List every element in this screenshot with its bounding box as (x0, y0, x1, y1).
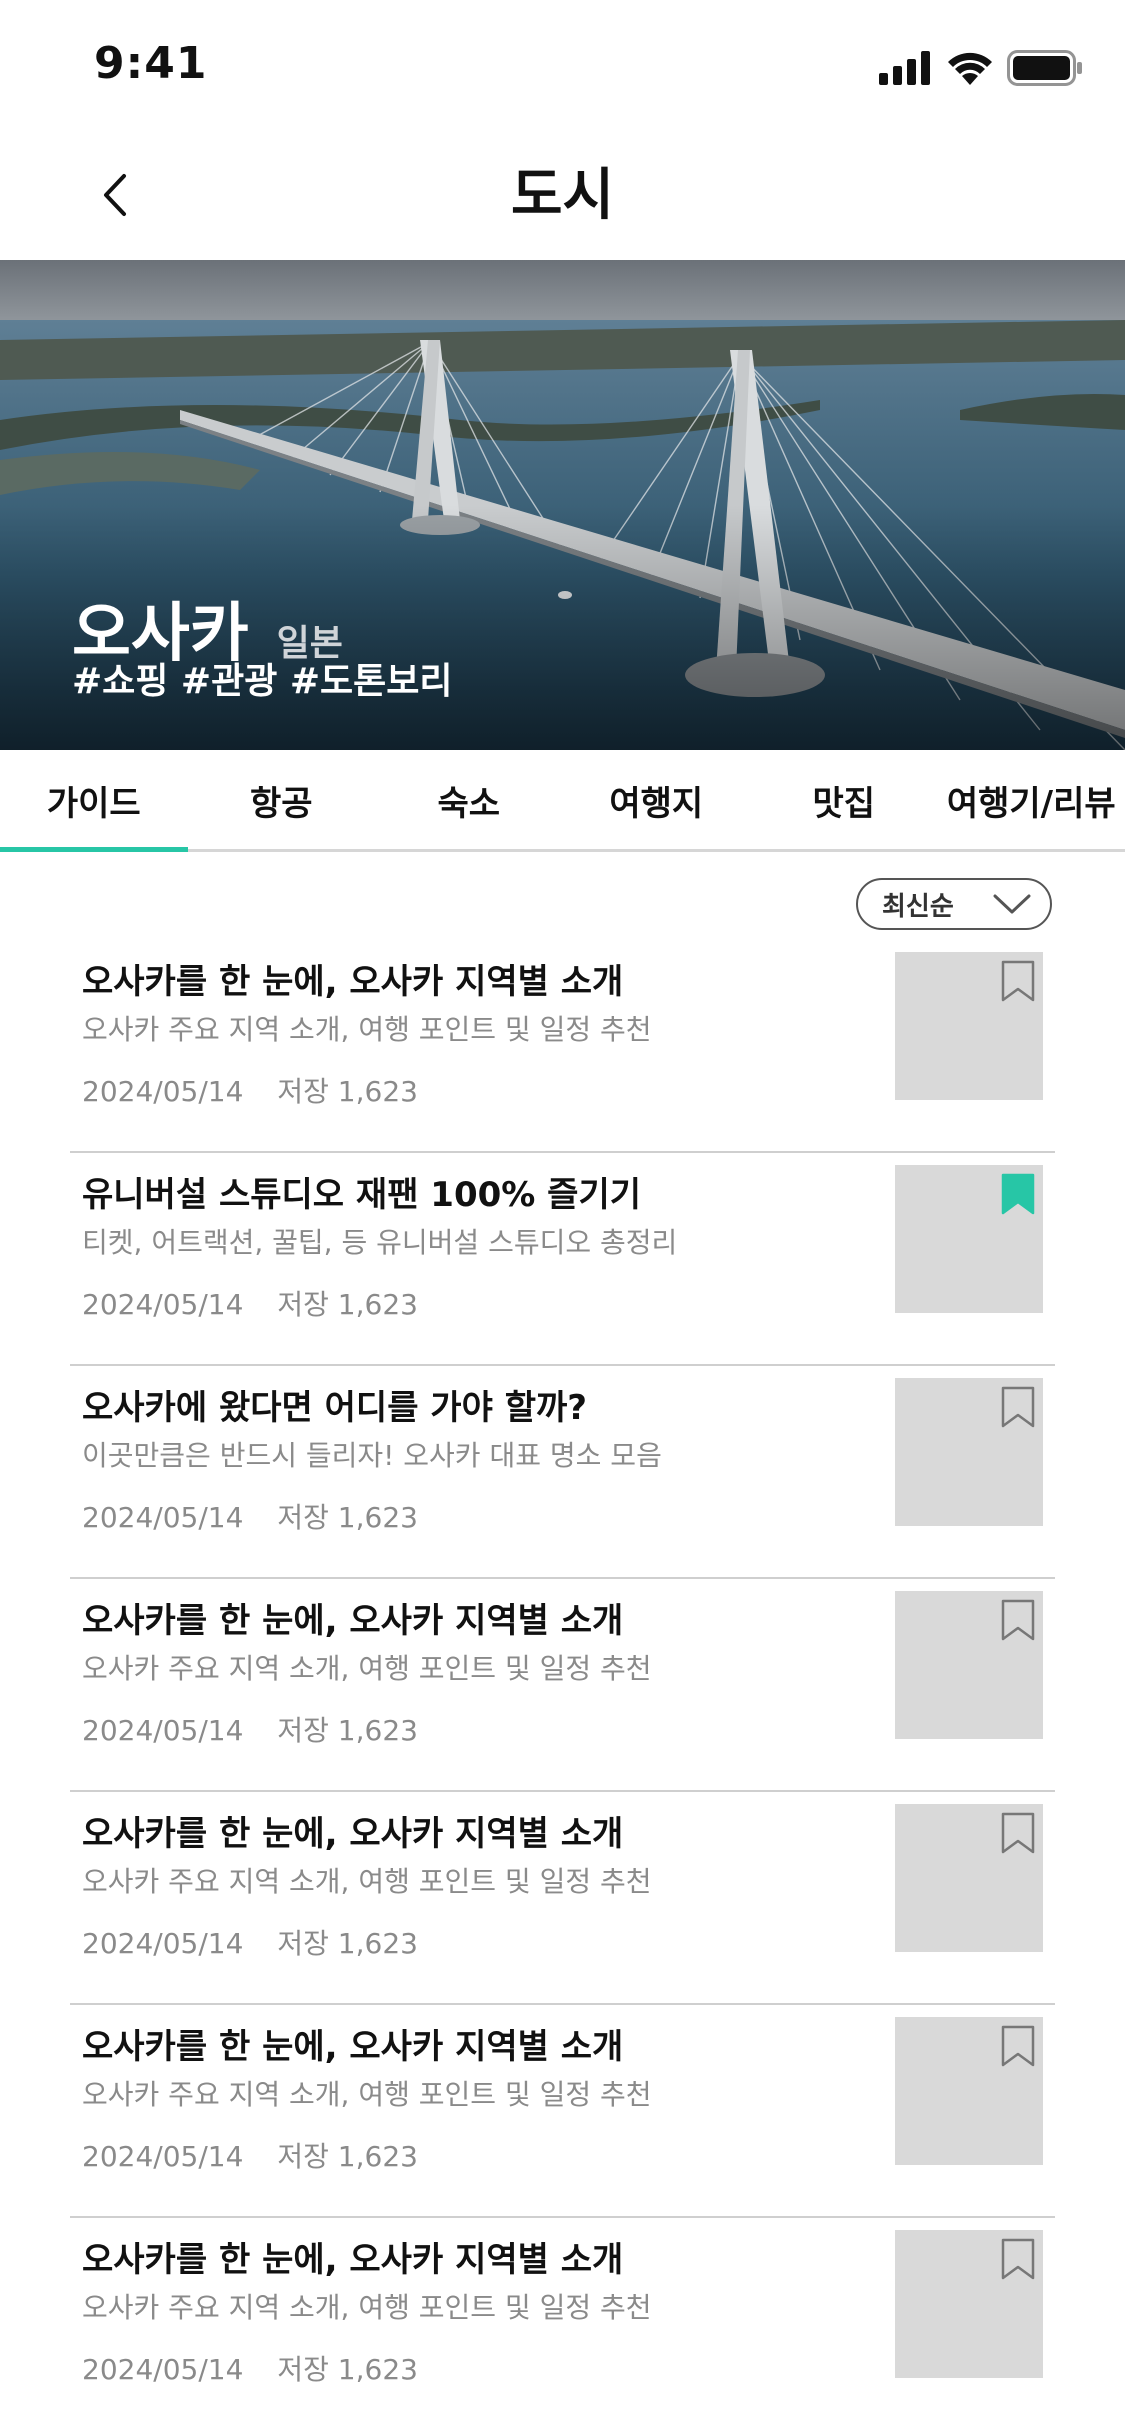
sort-dropdown[interactable]: 최신순 (856, 878, 1052, 930)
battery-icon (1007, 50, 1082, 86)
article-subtitle: 티켓, 어트랙션, 꿀팁, 등 유니버설 스튜디오 총정리 (82, 1226, 678, 1259)
hero-hashtags: #쇼핑 #관광 #도톤보리 (72, 661, 453, 702)
article-title: 오사카를 한 눈에, 오사카 지역별 소개 (82, 2027, 624, 2067)
article-item[interactable]: 오사카를 한 눈에, 오사카 지역별 소개 오사카 주요 지역 소개, 여행 포… (70, 940, 1055, 1153)
tab-destinations[interactable]: 여행지 (563, 750, 751, 849)
article-saves: 저장 1,623 (277, 1714, 418, 1747)
nav-header: 도시 (0, 132, 1125, 260)
article-subtitle: 오사카 주요 지역 소개, 여행 포인트 및 일정 추천 (82, 1652, 652, 1685)
bookmark-icon[interactable] (1001, 1386, 1035, 1428)
article-date: 2024/05/14 (82, 1075, 244, 1108)
article-subtitle: 오사카 주요 지역 소개, 여행 포인트 및 일정 추천 (82, 2078, 652, 2111)
tab-guide[interactable]: 가이드 (0, 750, 188, 852)
bookmark-filled-icon[interactable] (1001, 1173, 1035, 1215)
signal-icon (879, 51, 930, 85)
bookmark-icon[interactable] (1001, 2025, 1035, 2067)
article-meta: 2024/05/14 저장 1,623 (82, 1922, 418, 1962)
article-thumbnail (895, 952, 1043, 1100)
article-title: 오사카를 한 눈에, 오사카 지역별 소개 (82, 1814, 624, 1854)
tab-reviews[interactable]: 여행기/리뷰 (938, 750, 1125, 849)
article-saves: 저장 1,623 (277, 2353, 418, 2386)
status-time: 9:41 (94, 38, 208, 89)
article-meta: 2024/05/14 저장 1,623 (82, 1496, 418, 1536)
bookmark-icon[interactable] (1001, 1812, 1035, 1854)
article-title: 오사카를 한 눈에, 오사카 지역별 소개 (82, 1601, 624, 1641)
article-title: 오사카에 왔다면 어디를 가야 할까? (82, 1388, 587, 1428)
tab-stays[interactable]: 숙소 (375, 750, 563, 849)
article-thumbnail (895, 1378, 1043, 1526)
bookmark-icon[interactable] (1001, 960, 1035, 1002)
article-date: 2024/05/14 (82, 1288, 244, 1321)
status-bar: 9:41 (0, 0, 1125, 132)
article-title: 오사카를 한 눈에, 오사카 지역별 소개 (82, 2240, 624, 2280)
bookmark-icon[interactable] (1001, 2238, 1035, 2280)
article-item[interactable]: 유니버설 스튜디오 재팬 100% 즐기기 티켓, 어트랙션, 꿀팁, 등 유니… (70, 1153, 1055, 1366)
article-date: 2024/05/14 (82, 2140, 244, 2173)
sort-label: 최신순 (882, 891, 954, 922)
article-meta: 2024/05/14 저장 1,623 (82, 1709, 418, 1749)
tab-restaurants[interactable]: 맛집 (750, 750, 938, 849)
article-thumbnail (895, 1591, 1043, 1739)
article-meta: 2024/05/14 저장 1,623 (82, 1070, 418, 1110)
bookmark-icon[interactable] (1001, 1599, 1035, 1641)
article-subtitle: 오사카 주요 지역 소개, 여행 포인트 및 일정 추천 (82, 1013, 652, 1046)
article-thumbnail (895, 2017, 1043, 2165)
article-date: 2024/05/14 (82, 1501, 244, 1534)
article-saves: 저장 1,623 (277, 1501, 418, 1534)
article-item[interactable]: 오사카를 한 눈에, 오사카 지역별 소개 오사카 주요 지역 소개, 여행 포… (70, 1579, 1055, 1792)
hero-banner: 오사카 일본 #쇼핑 #관광 #도톤보리 (0, 260, 1125, 750)
article-thumbnail (895, 2230, 1043, 2378)
article-subtitle: 이곳만큼은 반드시 들리자! 오사카 대표 명소 모음 (82, 1439, 662, 1472)
status-icons (879, 50, 1083, 86)
article-saves: 저장 1,623 (277, 1075, 418, 1108)
article-saves: 저장 1,623 (277, 1927, 418, 1960)
chevron-down-icon (993, 894, 1031, 914)
category-tabs: 가이드 항공 숙소 여행지 맛집 여행기/리뷰 (0, 750, 1125, 852)
article-item[interactable]: 오사카를 한 눈에, 오사카 지역별 소개 오사카 주요 지역 소개, 여행 포… (70, 1792, 1055, 2005)
article-title: 유니버설 스튜디오 재팬 100% 즐기기 (82, 1175, 642, 1215)
article-thumbnail (895, 1165, 1043, 1313)
article-item[interactable]: 오사카를 한 눈에, 오사카 지역별 소개 오사카 주요 지역 소개, 여행 포… (70, 2218, 1055, 2431)
article-item[interactable]: 오사카에 왔다면 어디를 가야 할까? 이곳만큼은 반드시 들리자! 오사카 대… (70, 1366, 1055, 1579)
tab-flights[interactable]: 항공 (188, 750, 376, 849)
article-title: 오사카를 한 눈에, 오사카 지역별 소개 (82, 962, 624, 1002)
article-date: 2024/05/14 (82, 1927, 244, 1960)
article-saves: 저장 1,623 (277, 2140, 418, 2173)
article-date: 2024/05/14 (82, 1714, 244, 1747)
article-thumbnail (895, 1804, 1043, 1952)
article-list: 오사카를 한 눈에, 오사카 지역별 소개 오사카 주요 지역 소개, 여행 포… (0, 940, 1125, 2431)
article-meta: 2024/05/14 저장 1,623 (82, 2135, 418, 2175)
article-date: 2024/05/14 (82, 2353, 244, 2386)
article-meta: 2024/05/14 저장 1,623 (82, 2348, 418, 2388)
page-title: 도시 (510, 163, 615, 228)
article-subtitle: 오사카 주요 지역 소개, 여행 포인트 및 일정 추천 (82, 2291, 652, 2324)
article-item[interactable]: 오사카를 한 눈에, 오사카 지역별 소개 오사카 주요 지역 소개, 여행 포… (70, 2005, 1055, 2218)
article-meta: 2024/05/14 저장 1,623 (82, 1283, 418, 1323)
article-saves: 저장 1,623 (277, 1288, 418, 1321)
article-subtitle: 오사카 주요 지역 소개, 여행 포인트 및 일정 추천 (82, 1865, 652, 1898)
wifi-icon (948, 52, 992, 85)
